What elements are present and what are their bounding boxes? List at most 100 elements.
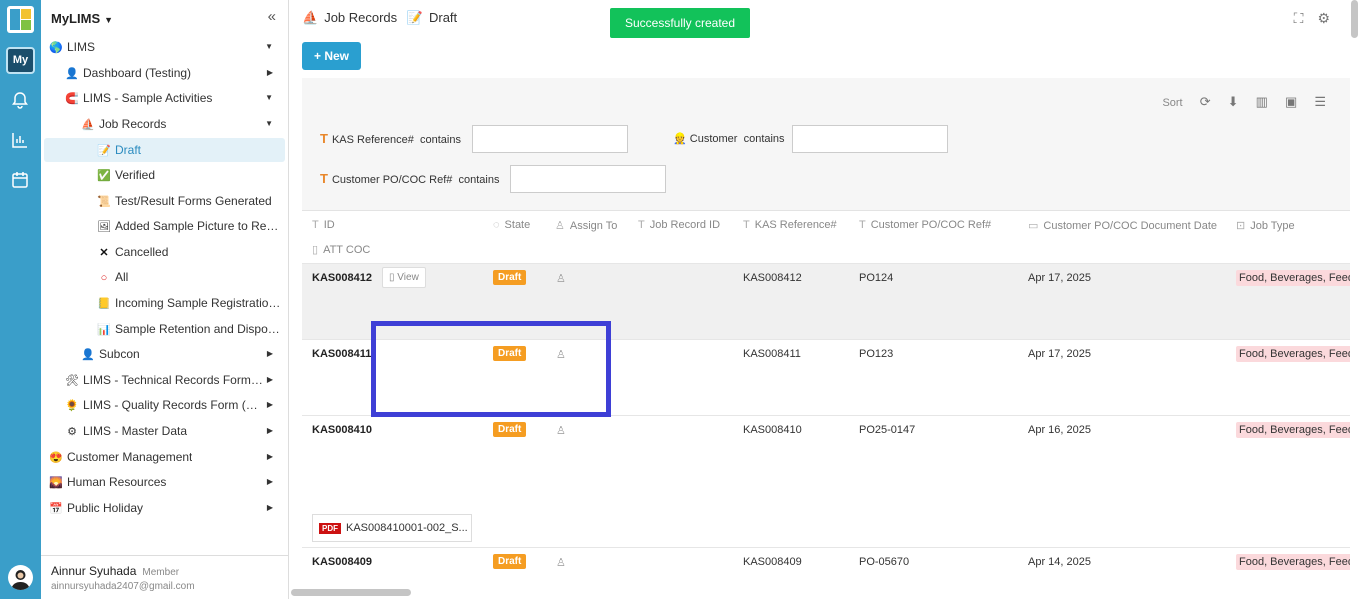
sort-button[interactable]: Sort [1162,97,1182,109]
sidebar-item-draft[interactable]: 📝 Draft [44,138,285,162]
column-header-document-date[interactable]: ▭ Customer PO/COC Document Date [1028,219,1217,232]
boat-icon: ⛵ [302,10,319,25]
chevron-right-icon[interactable]: ▶ [267,342,273,366]
document-icon: ▯ [389,272,395,283]
assign-person-icon[interactable]: ♙ [556,556,566,569]
sidebar-item-sample-retention[interactable]: 📊 Sample Retention and Disposal... [97,317,285,341]
chevron-right-icon[interactable]: ▶ [267,368,273,392]
app-title[interactable]: MyLIMS ▼ [51,11,113,26]
memo-icon: 📝 [97,145,111,157]
chevron-right-icon[interactable]: ▶ [267,496,273,520]
chevron-right-icon[interactable]: ▶ [267,470,273,494]
chart-icon[interactable] [10,130,30,150]
my-workspace-button[interactable]: My [6,47,35,74]
sidebar-item-incoming-sample[interactable]: 📒 Incoming Sample Registration ... [97,291,285,315]
sidebar-item-public-holiday[interactable]: 📅 Public Holiday ▶ [49,496,285,520]
user-avatar[interactable] [8,565,33,590]
chevron-down-icon[interactable]: ▼ [265,86,273,110]
chart-icon[interactable]: ▥ [1256,94,1268,109]
status-badge: Draft [493,422,527,437]
person-icon: 👤 [65,68,79,80]
status-badge: Draft [493,270,527,285]
sidebar-item-sample-picture[interactable]: 🖼 Added Sample Picture to Repor... [97,214,285,238]
column-header-kas-reference[interactable]: T KAS Reference# [743,219,837,231]
column-header-assign-to[interactable]: ♙ Assign To [555,219,617,232]
hierarchy-icon[interactable]: ⛶ [1294,10,1304,26]
column-header-customer-po[interactable]: T Customer PO/COC Ref# [859,219,991,231]
kas-reference-input[interactable] [472,125,628,153]
sidebar-item-subcon[interactable]: 👤 Subcon ▶ [81,342,285,366]
text-field-icon: T [320,171,328,186]
sidebar-item-quality-records[interactable]: 🌻 LIMS - Quality Records Form (QRF) ▶ [65,393,285,417]
tools-icon: 🛠 [65,375,79,387]
column-header-state[interactable]: ◌ State [493,219,530,231]
sidebar-item-lims[interactable]: 🌎 LIMS ▼ [49,35,285,59]
sidebar-item-master-data[interactable]: ⚙ LIMS - Master Data ▶ [65,419,285,443]
globe-icon: 🌎 [49,42,63,54]
customer-po-input[interactable] [510,165,666,193]
view-toolbar: Sort ⟳ ⬇ ▥ ▣ ☰ [1148,94,1326,110]
customer-icon: 👷 [673,133,687,145]
column-header-job-type[interactable]: ⊡ Job Type [1236,219,1295,232]
view-button[interactable]: ▯ View [382,267,426,288]
refresh-icon[interactable]: ⟳ [1200,94,1211,109]
chevron-right-icon[interactable]: ▶ [267,393,273,417]
gear-icon[interactable]: ⚙ [1317,10,1330,26]
user-footer[interactable]: Ainnur Syuhada Member ainnursyuhada2407@g… [41,555,289,599]
sidebar-item-job-records[interactable]: ⛵ Job Records ▼ [81,112,285,136]
table-row[interactable]: KAS008409 Draft ♙ KAS008409 PO-05670 Apr… [302,547,1350,598]
assign-person-icon[interactable]: ♙ [556,424,566,437]
attachment-chip[interactable]: PDF KAS008410001-002_S... [312,514,472,542]
vertical-scrollbar[interactable] [1351,0,1358,38]
pdf-icon: PDF [319,523,341,534]
sidebar-item-verified[interactable]: ✅ Verified [97,163,285,187]
check-icon: ✅ [97,170,111,182]
sidebar-item-customer-management[interactable]: 😍 Customer Management ▶ [49,445,285,469]
checklist-icon[interactable]: ☰ [1314,94,1326,109]
sidebar-item-sample-activities[interactable]: 🧲 LIMS - Sample Activities ▼ [65,86,285,110]
sidebar-item-human-resources[interactable]: 🌄 Human Resources ▶ [49,470,285,494]
smiley-icon: 😍 [49,452,63,464]
sunflower-icon: 🌻 [65,400,79,412]
chevron-down-icon[interactable]: ▼ [265,112,273,136]
sidebar-item-forms-generated[interactable]: 📜 Test/Result Forms Generated [97,189,285,213]
column-header-att-coc[interactable]: ▯ ATT COC [312,243,370,256]
new-button[interactable]: + New [302,42,361,70]
user-name: Ainnur Syuhada [51,564,137,578]
assign-person-icon[interactable]: ♙ [556,272,566,285]
app-logo[interactable] [7,6,34,33]
sidebar-item-dashboard[interactable]: 👤 Dashboard (Testing) ▶ [65,61,285,85]
horizontal-scrollbar[interactable] [291,589,411,596]
user-role: Member [142,567,180,578]
collapse-sidebar-icon[interactable]: « [268,8,276,25]
user-email: ainnursyuhada2407@gmail.com [51,581,195,592]
chevron-right-icon[interactable]: ▶ [267,61,273,85]
add-calendar-icon[interactable]: ▣ [1285,94,1297,109]
bell-icon[interactable] [10,90,30,110]
table-row[interactable]: KAS008410 Draft ♙ KAS008410 PO25-0147 Ap… [302,415,1350,547]
sidebar-item-cancelled[interactable]: ✕ Cancelled [97,240,285,264]
status-badge: Draft [493,554,527,569]
sidebar: MyLIMS ▼ « 🌎 LIMS ▼ 👤 Dashboard (Testing) ▶ 🧲… [41,0,289,599]
chevron-down-icon[interactable]: ▼ [265,35,273,59]
chevron-right-icon[interactable]: ▶ [267,419,273,443]
success-toast: Successfully created [610,8,750,38]
column-header-id[interactable]: T ID [312,219,335,231]
text-field-icon: T [320,131,328,146]
job-type-tag: Food, Beverages, Feed [1236,270,1350,286]
sidebar-item-technical-records[interactable]: 🛠 LIMS - Technical Records Form (T... ▶ [65,368,285,392]
calendar-icon[interactable] [10,170,30,190]
breadcrumb-job-records[interactable]: Job Records [324,10,397,25]
picture-icon: 🖼 [97,221,111,233]
column-header-job-record-id[interactable]: T Job Record ID [638,219,720,231]
sidebar-item-all[interactable]: ○ All [97,265,285,289]
customer-input[interactable] [792,125,948,153]
top-actions: ⛶ ⚙ [1280,10,1330,27]
bar-chart-icon: 📊 [97,324,111,336]
highlight-box [371,321,611,417]
scroll-icon: 📜 [97,196,111,208]
chevron-right-icon[interactable]: ▶ [267,445,273,469]
breadcrumb-draft[interactable]: Draft [429,10,457,25]
download-icon[interactable]: ⬇ [1228,94,1239,109]
ledger-icon: 📒 [97,298,111,310]
